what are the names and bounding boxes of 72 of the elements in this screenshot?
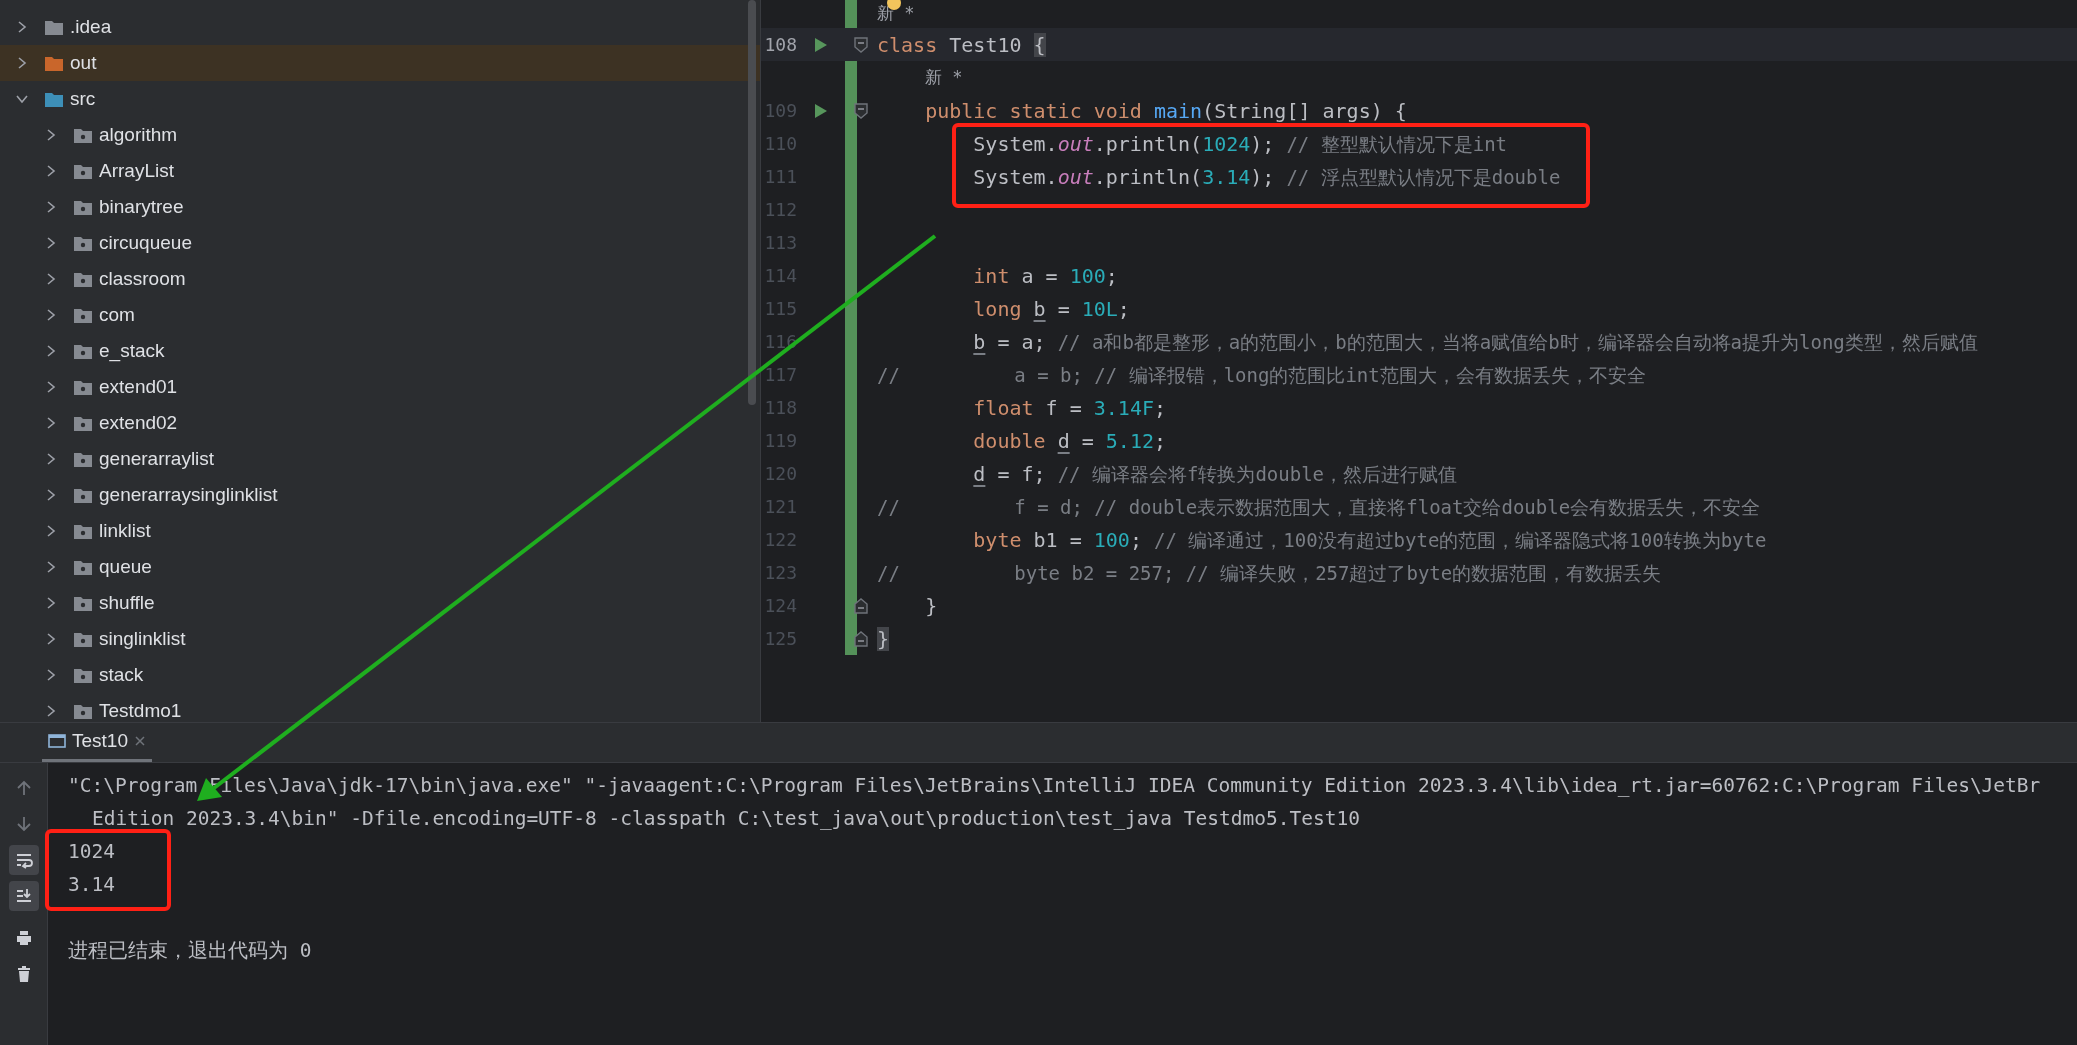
tree-item-label[interactable]: generarraylist (99, 444, 215, 474)
tree-item-label[interactable]: .idea (70, 12, 112, 42)
folder-icon (44, 90, 64, 108)
package-folder-icon (73, 666, 93, 684)
tree-item-label[interactable]: singlinklist (99, 624, 186, 654)
code-line: int a = 100; (972, 262, 1118, 290)
package-folder-icon (73, 414, 93, 432)
console-exit-message: 进程已结束，退出代码为 0 (68, 938, 313, 964)
package-folder-icon (73, 306, 93, 324)
fold-icon[interactable] (854, 102, 868, 119)
code-line: // f = d; // double表示数据范围大，直接将float交给double会有数据丢失，不安全 (877, 494, 1761, 520)
tree-item-label[interactable]: binarytree (99, 192, 184, 222)
fold-icon[interactable] (854, 597, 868, 614)
console-output-line: 3.14 (68, 872, 116, 898)
tree-item-label[interactable]: queue (99, 552, 152, 582)
code-line: long b = 10L; (972, 295, 1130, 323)
package-folder-icon (73, 342, 93, 360)
inlay-hint[interactable]: 新 * (925, 64, 963, 91)
code-line: // a = b; // 编译报错，long的范围比int范围大，会有数据丢失，不安全 (877, 362, 1646, 388)
code-line: b = a; // a和b都是整形，a的范围小，b的范围大，当将a赋值给b时，编译器会自动将a提升为long类型，然后赋值 (972, 328, 1978, 356)
tree-item-label[interactable]: com (99, 300, 135, 330)
fold-icon[interactable] (854, 630, 868, 647)
line-number: 108 (763, 33, 797, 57)
code-line: } (924, 592, 938, 620)
package-folder-icon (73, 486, 93, 504)
code-line: byte b1 = 100; // 编译通过，100没有超过byte的范围，编译器隐式将100转换为byte (972, 526, 1767, 554)
tree-item-label[interactable]: linklist (99, 516, 151, 546)
close-icon[interactable] (134, 735, 146, 747)
console-command-line: Edition 2023.3.4\bin" -Dfile.encoding=UTF-8 -classpath C:\test_java\out\production\test_java Testdmo5.Test10 (91, 806, 1361, 832)
package-folder-icon (73, 234, 93, 252)
scrollbar-thumb[interactable] (748, 0, 756, 405)
inlay-hint[interactable]: 新 * (877, 1, 915, 27)
run-icon[interactable] (814, 102, 828, 119)
code-line: class Test10 { (877, 31, 1046, 59)
code-line: System.out.println(3.14); // 浮点型默认情况下是double (972, 163, 1561, 191)
tree-item-label[interactable]: generarraysinglinklist (99, 480, 278, 510)
scroll-to-end-icon[interactable] (8, 881, 39, 911)
fold-icon[interactable] (854, 36, 868, 53)
package-folder-icon (73, 558, 93, 576)
code-line: // byte b2 = 257; // 编译失败，257超过了byte的数据范围，有数据丢失 (877, 560, 1662, 586)
package-folder-icon (73, 198, 93, 216)
package-folder-icon (73, 270, 93, 288)
tree-item-label[interactable]: shuffle (99, 588, 155, 618)
console-output-line: 1024 (68, 839, 116, 865)
package-folder-icon (73, 594, 93, 612)
code-line: float f = 3.14F; (972, 394, 1167, 422)
tree-item-label[interactable]: ArrayList (99, 156, 174, 186)
soft-wrap-icon[interactable] (8, 845, 39, 875)
code-line: System.out.println(1024); // 整型默认情况下是int (972, 130, 1508, 158)
tree-item-label[interactable]: src (70, 84, 96, 114)
tree-item-label[interactable]: Testdmo1 (99, 696, 182, 722)
package-folder-icon (73, 630, 93, 648)
run-icon[interactable] (814, 36, 828, 53)
code-line: public static void main(String[] args) { (924, 97, 1407, 125)
package-folder-icon (73, 126, 93, 144)
package-folder-icon (73, 450, 93, 468)
folder-icon (44, 18, 64, 36)
package-folder-icon (73, 162, 93, 180)
package-folder-icon (73, 522, 93, 540)
tree-item-label[interactable]: circuqueue (99, 228, 192, 258)
tree-item-label[interactable]: extend02 (99, 408, 178, 438)
code-line: d = f; // 编译器会将f转换为double，然后进行赋值 (972, 460, 1457, 488)
console-window-icon (48, 733, 66, 749)
tree-item-label[interactable]: classroom (99, 264, 186, 294)
tree-item-label[interactable]: stack (99, 660, 144, 690)
code-line: double d = 5.12; (972, 427, 1166, 455)
folder-icon (44, 54, 64, 72)
package-folder-icon (73, 378, 93, 396)
tree-item-label[interactable]: e_stack (99, 336, 165, 366)
tree-item-label[interactable]: algorithm (99, 120, 178, 150)
tree-item-label[interactable]: extend01 (99, 372, 178, 402)
tree-item-label[interactable]: out (70, 48, 97, 78)
